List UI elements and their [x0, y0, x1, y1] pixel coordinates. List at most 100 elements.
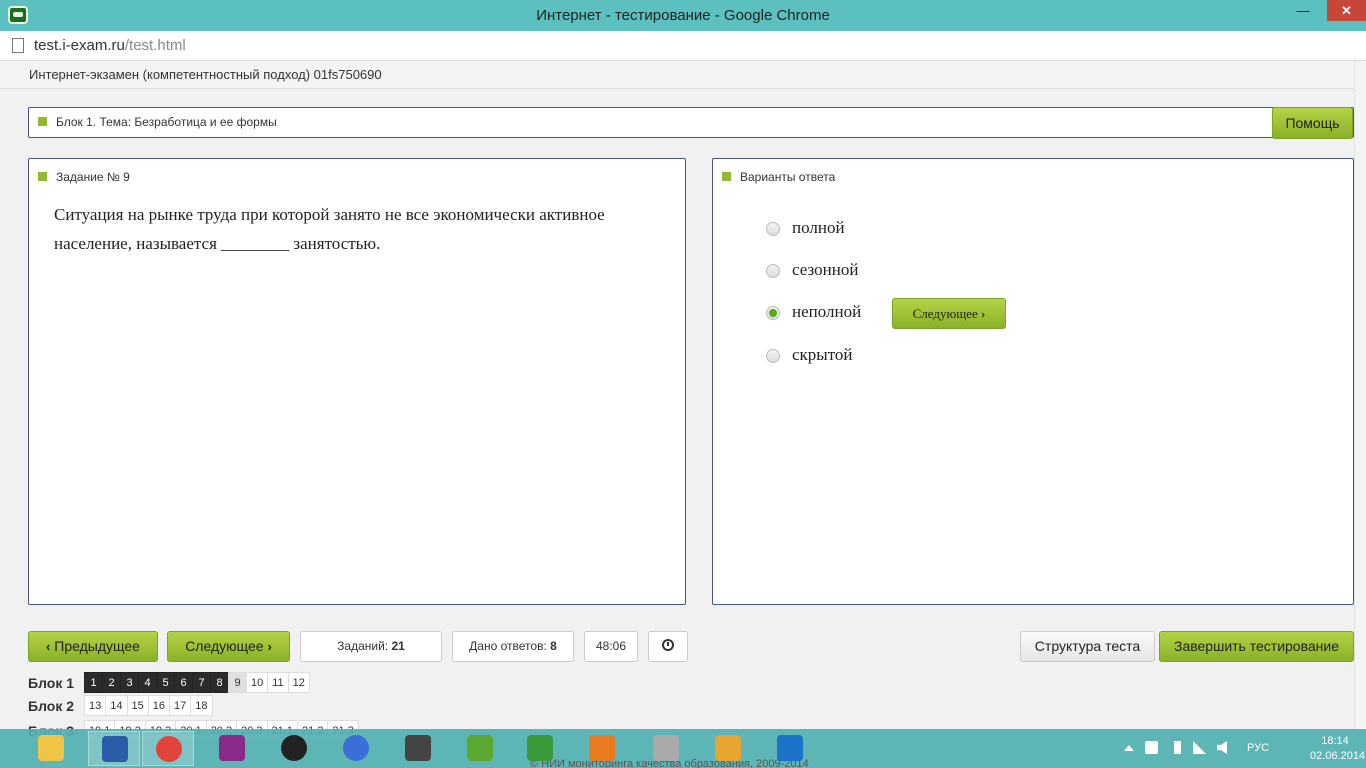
test-structure-button[interactable]: Структура теста: [1020, 631, 1155, 662]
block-nav-items: 13 14 15 16 17 18: [84, 695, 213, 716]
network-icon[interactable]: [1193, 741, 1206, 754]
window-title-bar: Интернет - тестирование - Google Chrome: [0, 0, 1366, 31]
task-number-link[interactable]: 10: [246, 672, 269, 693]
task-number-link[interactable]: 2: [102, 672, 121, 693]
paint-taskbar-button[interactable]: [702, 731, 754, 766]
clock-icon: [662, 639, 674, 652]
block-nav-items: 1 2 3 4 5 6 7 8 9 10 11 12: [84, 672, 310, 693]
answers-count-box: Дано ответов: 8: [452, 631, 574, 662]
task-number-link[interactable]: 6: [174, 672, 193, 693]
chrome-icon: [156, 736, 182, 762]
next-button[interactable]: Следующее ›: [167, 631, 290, 662]
page-header: Интернет-экзамен (компетентностный подхо…: [0, 61, 1366, 89]
url-path: /test.html: [124, 37, 186, 54]
url-domain: test.i-exam.ru: [34, 37, 125, 54]
previous-button[interactable]: ‹ Предыдущее: [28, 631, 158, 662]
app-c-taskbar-button[interactable]: [206, 731, 258, 766]
exam-title: Интернет-экзамен (компетентностный подхо…: [29, 67, 382, 82]
help-button[interactable]: Помощь: [1272, 107, 1353, 139]
radio-button[interactable]: [766, 264, 780, 278]
task-number-link[interactable]: 9: [228, 672, 247, 693]
task-panel: Задание № 9 Ситуация на рынке труда при …: [28, 158, 686, 605]
clock-button[interactable]: [648, 631, 688, 662]
language-indicator[interactable]: РУС: [1247, 742, 1269, 754]
tray-expand-icon[interactable]: [1124, 745, 1134, 751]
minimize-icon[interactable]: —: [1290, 0, 1316, 21]
url-text[interactable]: test.i-exam.ru/test.html: [34, 37, 186, 54]
task-number-link[interactable]: 8: [210, 672, 229, 693]
search-app-taskbar-button[interactable]: [514, 731, 566, 766]
browser-k-taskbar-button[interactable]: [764, 731, 816, 766]
answer-option-label: сезонной: [792, 260, 859, 279]
clock-date: 02.06.2014: [1310, 750, 1366, 762]
answer-option-1[interactable]: полной: [766, 218, 966, 240]
task-number-link[interactable]: 12: [287, 672, 310, 693]
tasks-count-box: Заданий: 21: [300, 631, 442, 662]
battery-icon[interactable]: [1174, 741, 1181, 754]
answers-count: 8: [550, 639, 557, 653]
task-number-link[interactable]: 18: [190, 695, 213, 716]
block-label: Блок 1. Тема: Безработица и ее формы: [38, 115, 277, 129]
radio-button[interactable]: [766, 222, 780, 236]
address-bar[interactable]: test.i-exam.ru/test.html: [0, 31, 1366, 61]
player-icon: [589, 735, 615, 761]
utorrent-icon: [467, 735, 493, 761]
browser-k-icon: [777, 735, 803, 761]
flag-icon[interactable]: [1145, 741, 1158, 754]
task-number-link[interactable]: 5: [156, 672, 175, 693]
system-clock[interactable]: 18:14 02.06.2014: [1310, 734, 1366, 764]
next-inline-button[interactable]: Следующее ›: [892, 298, 1006, 329]
close-icon[interactable]: ✕: [1327, 0, 1366, 21]
radio-button-selected[interactable]: [766, 306, 780, 320]
itunes-icon: [343, 735, 369, 761]
task-number-link[interactable]: 16: [147, 695, 170, 716]
media-ball-taskbar-button[interactable]: [268, 731, 320, 766]
disk-taskbar-button[interactable]: [640, 731, 692, 766]
task-number-link[interactable]: 13: [84, 695, 107, 716]
tasks-count: 21: [391, 639, 405, 653]
word-taskbar-button[interactable]: [88, 731, 140, 766]
bullet-square-icon: [38, 117, 47, 127]
answer-option-label: полной: [792, 218, 845, 237]
answer-option-4[interactable]: скрытой: [766, 345, 966, 367]
page-icon: [12, 38, 24, 53]
chevron-right-icon: ›: [267, 639, 272, 654]
task-number-link[interactable]: 4: [138, 672, 157, 693]
chevron-right-icon: ›: [981, 306, 986, 321]
file-explorer-icon: [38, 735, 64, 761]
task-number-link[interactable]: 15: [126, 695, 149, 716]
media-ball-icon: [281, 735, 307, 761]
task-number-link[interactable]: 11: [267, 672, 289, 693]
paint-icon: [715, 735, 741, 761]
answer-option-2[interactable]: сезонной: [766, 260, 966, 282]
block-nav-name: Блок 1: [28, 675, 75, 691]
disk-icon: [653, 735, 679, 761]
task-number-link[interactable]: 17: [169, 695, 192, 716]
utorrent-taskbar-button[interactable]: [454, 731, 506, 766]
answer-panel: Варианты ответа полной сезонной неполной…: [712, 158, 1354, 605]
chrome-taskbar-button[interactable]: [142, 731, 194, 766]
video-taskbar-button[interactable]: [392, 731, 444, 766]
file-explorer-taskbar-button[interactable]: [25, 731, 77, 766]
itunes-taskbar-button[interactable]: [330, 731, 382, 766]
task-number-link[interactable]: 7: [192, 672, 211, 693]
task-label: Задание № 9: [38, 170, 130, 184]
scrollbar[interactable]: [1354, 61, 1366, 729]
radio-button[interactable]: [766, 349, 780, 363]
timer: 48:06: [584, 631, 638, 662]
player-taskbar-button[interactable]: [576, 731, 628, 766]
task-number-link[interactable]: 3: [120, 672, 139, 693]
block-panel: Блок 1. Тема: Безработица и ее формы Пом…: [28, 107, 1354, 139]
search-app-icon: [527, 735, 553, 761]
clock-time: 18:14: [1321, 735, 1349, 747]
bullet-square-icon: [38, 172, 47, 182]
chevron-left-icon: ‹: [46, 639, 51, 654]
task-question-text: Ситуация на рынке труда при которой заня…: [54, 205, 605, 253]
task-number-link[interactable]: 14: [105, 695, 128, 716]
bullet-square-icon: [722, 172, 731, 182]
task-number-link[interactable]: 1: [84, 672, 103, 693]
answer-option-label: скрытой: [792, 345, 853, 364]
finish-test-button[interactable]: Завершить тестирование: [1159, 631, 1354, 662]
answer-option-label: неполной: [792, 302, 862, 321]
app-c-icon: [219, 735, 245, 761]
